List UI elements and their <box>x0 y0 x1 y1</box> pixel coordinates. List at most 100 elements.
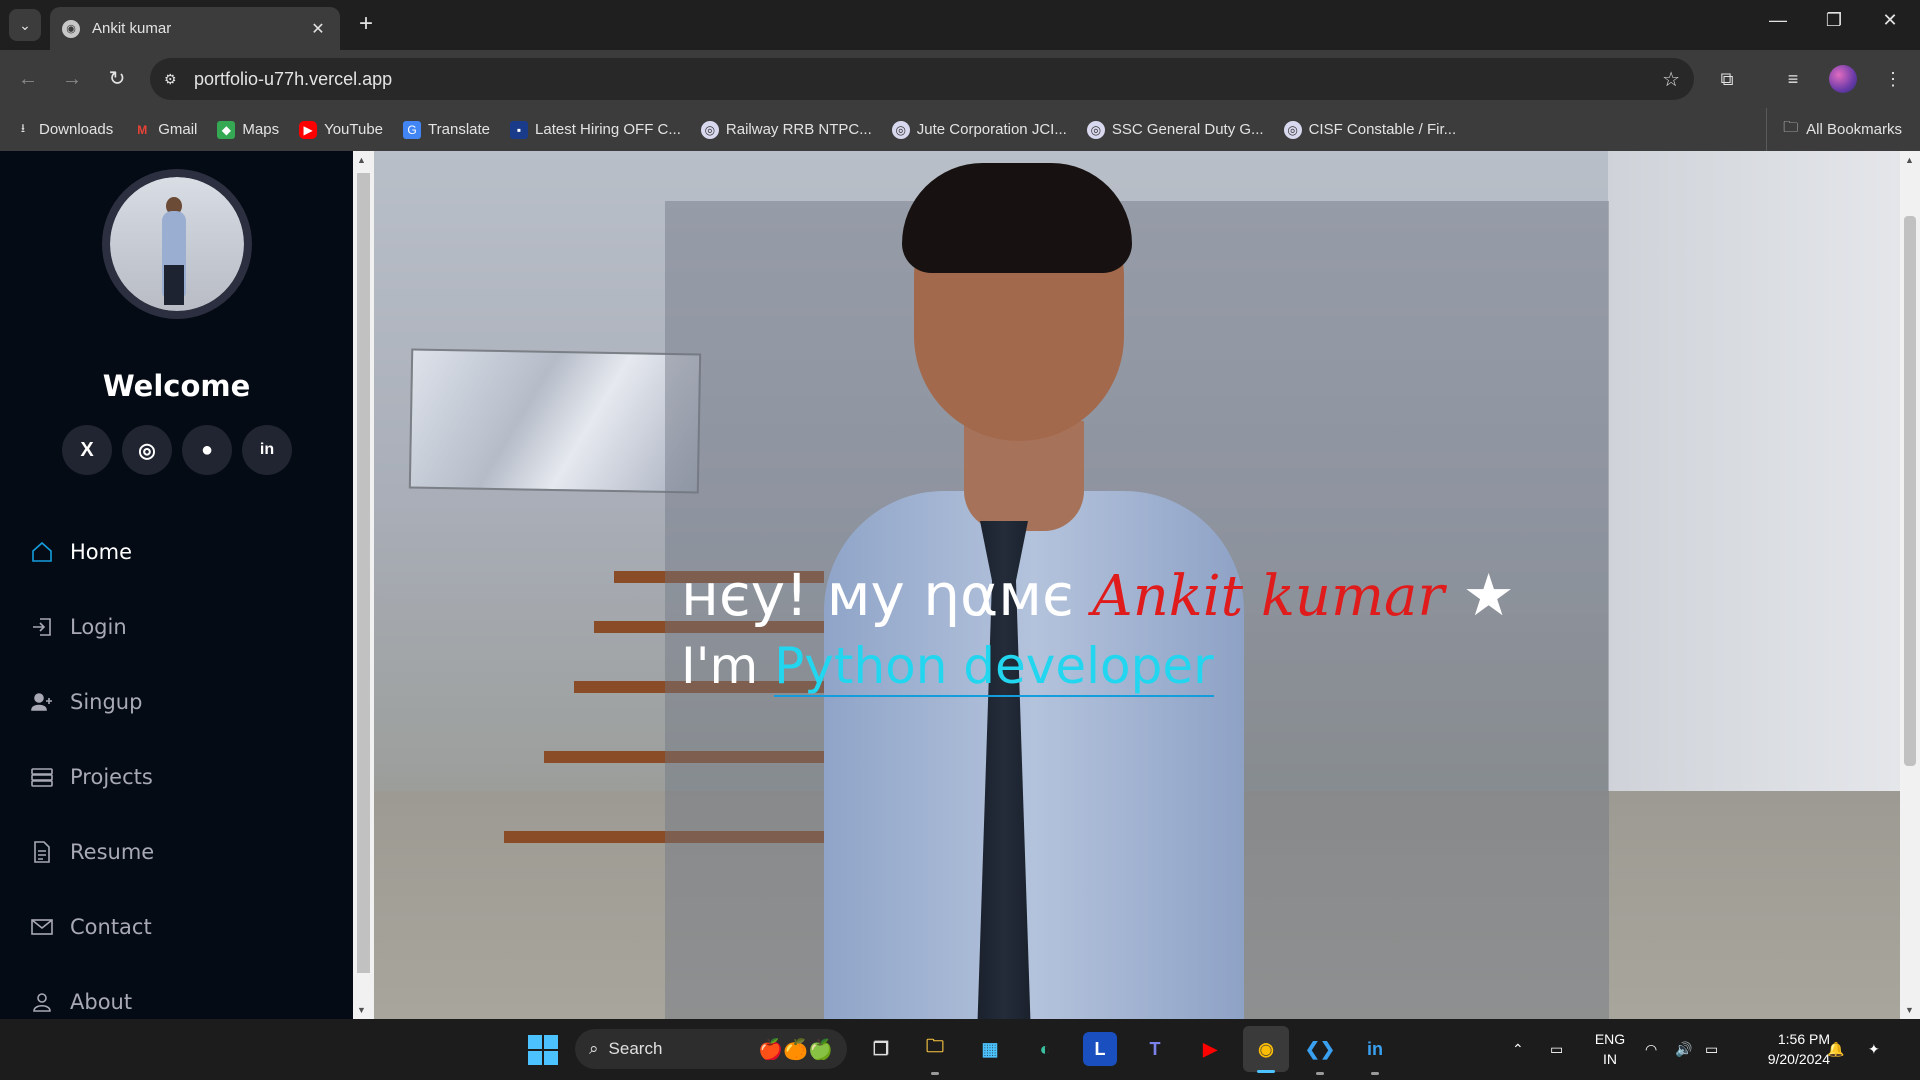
folder-icon: 🗀 <box>1783 119 1799 136</box>
edge-icon[interactable]: ◐ <box>1028 1032 1062 1066</box>
about-icon <box>30 990 70 1014</box>
bookmark-cisf[interactable]: ◎ CISF Constable / Fir... <box>1283 120 1456 139</box>
gmail-icon: M <box>137 122 148 137</box>
bookmark-railway[interactable]: ◎ Railway RRB NTPC... <box>700 120 872 139</box>
browser-toolbar: ← → ↻ ⚙ portfolio-u77h.vercel.app ☆ ⧉ ≡ … <box>0 50 1920 108</box>
bookmark-youtube[interactable]: ▶ YouTube <box>299 120 383 139</box>
profile-avatar[interactable] <box>1829 65 1857 93</box>
maps-icon: ◆ <box>217 120 236 139</box>
nav-item-resume[interactable]: Resume <box>30 814 154 889</box>
instagram-icon[interactable]: ◎ <box>122 425 172 475</box>
nav-item-login[interactable]: Login <box>30 589 154 664</box>
browser-chrome: ⌄ ◉ Ankit kumar ✕ + — ❐ ✕ ← → ↻ ⚙ portfo… <box>0 0 1920 151</box>
site-icon: ◎ <box>891 120 910 139</box>
home-icon <box>30 540 70 564</box>
login-icon <box>30 615 70 639</box>
tab-close-icon[interactable]: ✕ <box>308 19 328 39</box>
hero-role: I'm Python developer <box>681 637 1214 697</box>
hero-role-typed: Python developer <box>774 637 1214 697</box>
github-icon[interactable]: ● <box>182 425 232 475</box>
taskbar: ⌕ Search 🍎🍊🍏 ❐ 🗀 ▦ ◐ L T ▶ ◉ ❮❯ in ⌃ ▭ E… <box>0 1019 1920 1080</box>
bookmark-jute[interactable]: ◎ Jute Corporation JCI... <box>891 120 1067 139</box>
nav-item-home[interactable]: Home <box>30 514 154 589</box>
address-bar[interactable]: ⚙ portfolio-u77h.vercel.app ☆ <box>150 58 1694 100</box>
scrollbar-thumb[interactable] <box>1904 216 1916 766</box>
linkedin-app-icon[interactable]: in <box>1358 1032 1392 1075</box>
close-window-button[interactable]: ✕ <box>1870 10 1910 31</box>
social-links: X ◎ ● in <box>62 425 292 475</box>
scroll-down-icon[interactable]: ▼ <box>1905 1005 1914 1015</box>
web-page: Welcome X ◎ ● in Home Login Singup Proje… <box>0 151 1920 1019</box>
scroll-up-icon[interactable]: ▲ <box>1905 155 1914 165</box>
browser-tab[interactable]: ◉ Ankit kumar ✕ <box>50 7 340 50</box>
forward-button[interactable]: → <box>57 64 87 94</box>
menu-icon[interactable]: ⋮ <box>1878 64 1908 94</box>
input-icon[interactable]: ▭ <box>1550 1019 1563 1080</box>
language-indicator[interactable]: ENG IN <box>1590 1029 1630 1069</box>
tab-search-button[interactable]: ⌄ <box>9 9 41 41</box>
battery-icon[interactable]: ▭ <box>1705 1019 1718 1080</box>
clock[interactable]: 1:56 PM 9/20/2024 <box>1740 1029 1830 1069</box>
bookmark-maps[interactable]: ◆ Maps <box>217 120 279 139</box>
search-icon: ⌕ <box>589 1039 599 1058</box>
page-scrollbar[interactable]: ▲ ▼ <box>1900 151 1920 1019</box>
hero-text: нєу! му ηαмє Ankit kumar ★ I'm Python de… <box>681 561 1515 697</box>
scroll-down-icon[interactable]: ▼ <box>357 1005 366 1015</box>
chrome-icon[interactable]: ◉ <box>1243 1026 1289 1073</box>
back-button[interactable]: ← <box>13 64 43 94</box>
notification-icon[interactable]: 🔔 <box>1827 1019 1844 1080</box>
tab-strip: ⌄ ◉ Ankit kumar ✕ + — ❐ ✕ <box>0 0 1920 50</box>
bookmark-star-icon[interactable]: ☆ <box>1662 67 1680 92</box>
site-icon: ◎ <box>1086 120 1105 139</box>
nav-item-signup[interactable]: Singup <box>30 664 154 739</box>
scrollbar-thumb[interactable] <box>357 173 370 973</box>
hero-greeting: нєу! му ηαмє Ankit kumar ★ <box>681 561 1515 629</box>
copilot-icon[interactable]: ✦ <box>1868 1019 1880 1080</box>
profile-photo <box>102 169 252 319</box>
download-icon: ⭳ <box>20 121 26 135</box>
nav-item-projects[interactable]: Projects <box>30 739 154 814</box>
extensions-icon[interactable]: ⧉ <box>1712 64 1742 94</box>
store-icon[interactable]: ▦ <box>973 1032 1007 1066</box>
media-control-icon[interactable]: ≡ <box>1778 64 1808 94</box>
whiteboard-image <box>408 348 702 494</box>
task-view-icon[interactable]: ❐ <box>864 1032 898 1066</box>
url-text[interactable]: portfolio-u77h.vercel.app <box>194 69 1662 90</box>
translate-icon: G <box>403 120 422 139</box>
l-app-icon[interactable]: L <box>1083 1032 1117 1066</box>
start-button[interactable] <box>528 1035 558 1065</box>
signup-icon <box>30 690 70 714</box>
bookmark-translate[interactable]: G Translate <box>403 120 490 139</box>
restore-button[interactable]: ❐ <box>1814 10 1854 31</box>
bookmark-gmail[interactable]: M Gmail <box>133 121 197 139</box>
bookmark-ssc[interactable]: ◎ SSC General Duty G... <box>1086 120 1264 139</box>
linkedin-icon[interactable]: in <box>242 425 292 475</box>
x-icon[interactable]: X <box>62 425 112 475</box>
reload-button[interactable]: ↻ <box>102 64 132 94</box>
nav-item-contact[interactable]: Contact <box>30 889 154 964</box>
show-hidden-icons[interactable]: ⌃ <box>1512 1019 1524 1080</box>
minimize-button[interactable]: — <box>1758 10 1798 31</box>
bookmark-latest-hiring[interactable]: ▪ Latest Hiring OFF C... <box>510 120 681 139</box>
sidebar-scrollbar[interactable]: ▲ ▼ <box>353 151 374 1019</box>
star-icon: ★ <box>1444 561 1515 629</box>
taskbar-search[interactable]: ⌕ Search 🍎🍊🍏 <box>575 1029 847 1069</box>
nav-item-about[interactable]: About <box>30 964 154 1019</box>
teams-icon[interactable]: T <box>1138 1032 1172 1066</box>
new-tab-button[interactable]: + <box>353 12 379 38</box>
volume-icon[interactable]: 🔊 <box>1675 1019 1692 1080</box>
sidebar-nav: Home Login Singup Projects Resume Contac… <box>30 514 154 1019</box>
wifi-icon[interactable]: ◠ <box>1645 1019 1657 1080</box>
site-info-icon[interactable]: ⚙ <box>164 71 194 88</box>
site-icon: ◎ <box>1283 120 1302 139</box>
file-explorer-icon[interactable]: 🗀 <box>918 1032 952 1075</box>
sidebar: Welcome X ◎ ● in Home Login Singup Proje… <box>0 151 353 1019</box>
youtube-icon: ▶ <box>299 120 318 139</box>
vscode-icon[interactable]: ❮❯ <box>1303 1032 1337 1075</box>
tab-favicon-icon: ◉ <box>62 19 80 38</box>
youtube-app-icon[interactable]: ▶ <box>1193 1032 1227 1066</box>
projects-icon <box>30 765 70 789</box>
all-bookmarks-button[interactable]: 🗀 All Bookmarks <box>1766 108 1902 151</box>
bookmark-downloads[interactable]: ⭳ Downloads <box>14 121 113 139</box>
scroll-up-icon[interactable]: ▲ <box>357 155 366 165</box>
